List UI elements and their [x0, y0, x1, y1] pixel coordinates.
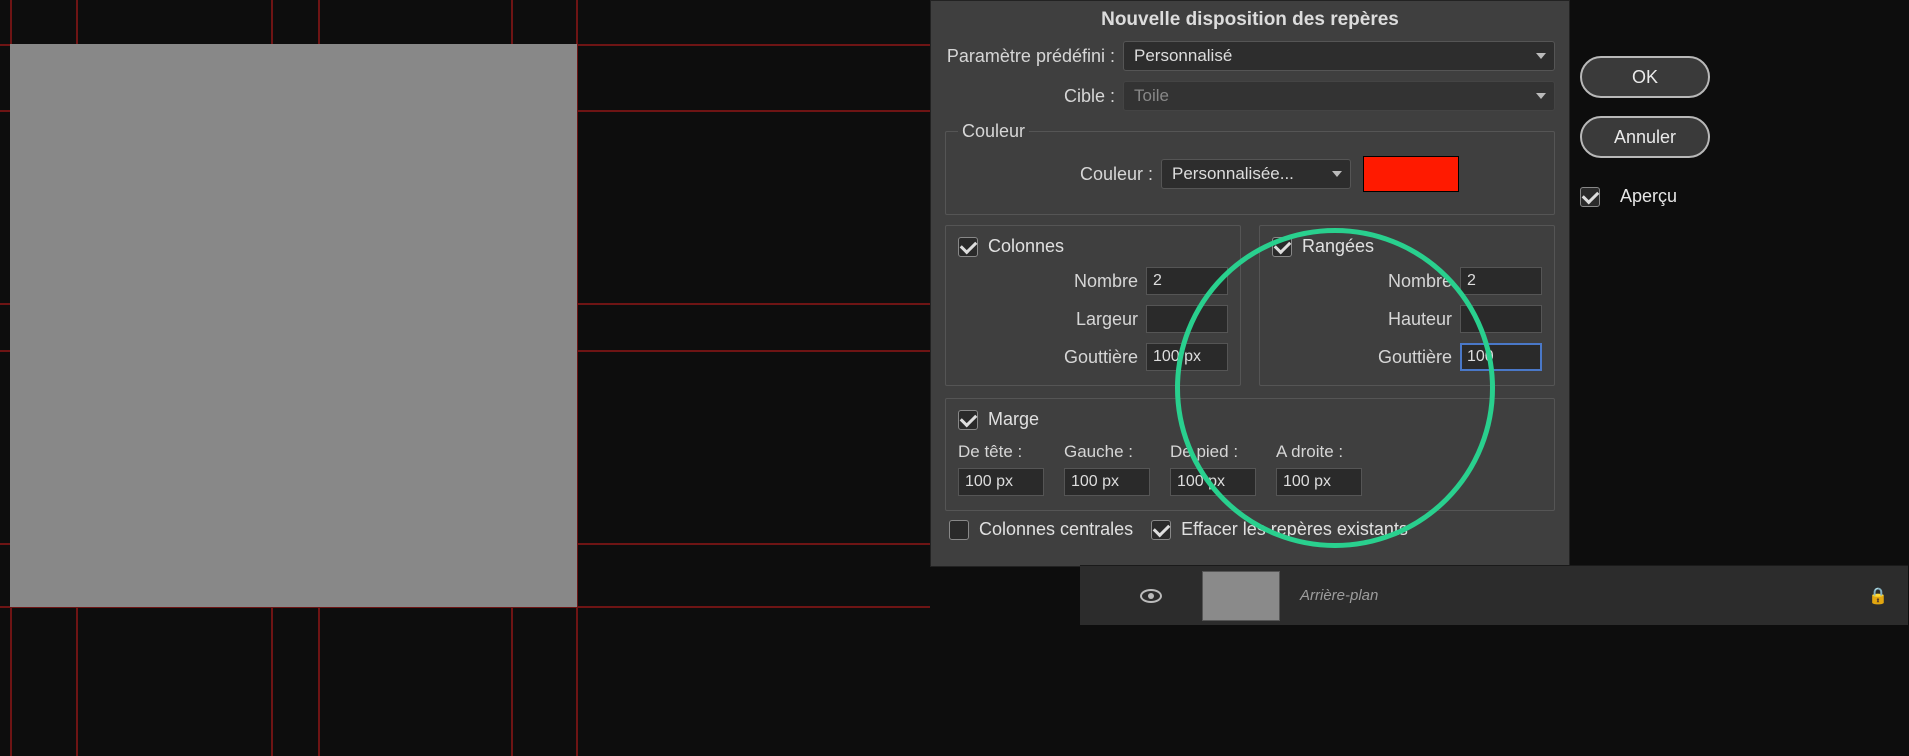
chevron-down-icon [1536, 53, 1546, 59]
margin-right-label: A droite : [1276, 442, 1362, 462]
columns-number-input[interactable]: 2 [1146, 267, 1228, 295]
rows-gutter-label: Gouttière [1272, 347, 1460, 368]
rows-number-input[interactable]: 2 [1460, 267, 1542, 295]
columns-title: Colonnes [988, 236, 1064, 257]
dialog-side-buttons: OK Annuler Aperçu [1580, 56, 1710, 207]
margin-title: Marge [988, 409, 1039, 430]
color-value: Personnalisée... [1172, 160, 1294, 188]
rows-number-label: Nombre [1272, 271, 1460, 292]
color-swatch[interactable] [1363, 156, 1459, 192]
margin-right-input[interactable]: 100 px [1276, 468, 1362, 496]
color-label: Couleur : [1041, 164, 1161, 185]
color-select[interactable]: Personnalisée... [1161, 159, 1351, 189]
rows-title: Rangées [1302, 236, 1374, 257]
margin-top-input[interactable]: 100 px [958, 468, 1044, 496]
target-select: Toile [1123, 81, 1555, 111]
columns-checkbox[interactable] [958, 237, 978, 257]
columns-panel: Colonnes Nombre 2 Largeur Gouttière 100 … [945, 225, 1241, 386]
columns-gutter-input[interactable]: 100 px [1146, 343, 1228, 371]
preview-checkbox[interactable] [1580, 187, 1600, 207]
lock-icon[interactable]: 🔒 [1868, 586, 1888, 606]
chevron-down-icon [1332, 171, 1342, 177]
clear-guides-checkbox[interactable] [1151, 520, 1171, 540]
color-group: Couleur Couleur : Personnalisée... [945, 121, 1555, 215]
preview-label: Aperçu [1620, 186, 1677, 207]
preset-value: Personnalisé [1134, 42, 1232, 70]
rows-height-input[interactable] [1460, 305, 1542, 333]
target-value: Toile [1134, 82, 1169, 110]
margin-left-input[interactable]: 100 px [1064, 468, 1150, 496]
canvas[interactable] [10, 44, 577, 607]
layer-name[interactable]: Arrière-plan [1300, 587, 1378, 604]
layer-thumbnail[interactable] [1202, 571, 1280, 621]
columns-width-label: Largeur [958, 309, 1146, 330]
ok-button[interactable]: OK [1580, 56, 1710, 98]
margin-checkbox[interactable] [958, 410, 978, 430]
cancel-button[interactable]: Annuler [1580, 116, 1710, 158]
rows-checkbox[interactable] [1272, 237, 1292, 257]
margin-top-label: De tête : [958, 442, 1044, 462]
target-label: Cible : [945, 86, 1123, 107]
layers-panel-row: Arrière-plan 🔒 [1080, 565, 1908, 625]
visibility-eye-icon[interactable] [1140, 589, 1162, 603]
rows-panel: Rangées Nombre 2 Hauteur Gouttière 100 [1259, 225, 1555, 386]
center-columns-checkbox[interactable] [949, 520, 969, 540]
margin-left-label: Gauche : [1064, 442, 1150, 462]
chevron-down-icon [1536, 93, 1546, 99]
new-guide-layout-dialog: Nouvelle disposition des repères Paramèt… [930, 0, 1570, 567]
columns-number-label: Nombre [958, 271, 1146, 292]
color-group-legend: Couleur [958, 121, 1029, 142]
preset-select[interactable]: Personnalisé [1123, 41, 1555, 71]
margin-bottom-label: De pied : [1170, 442, 1256, 462]
dialog-title: Nouvelle disposition des repères [931, 1, 1569, 41]
clear-guides-label: Effacer les repères existants [1181, 519, 1408, 540]
preset-label: Paramètre prédéfini : [945, 46, 1123, 67]
margin-panel: Marge De tête : 100 px Gauche : 100 px D… [945, 398, 1555, 511]
rows-height-label: Hauteur [1272, 309, 1460, 330]
rows-gutter-input[interactable]: 100 [1460, 343, 1542, 371]
columns-width-input[interactable] [1146, 305, 1228, 333]
columns-gutter-label: Gouttière [958, 347, 1146, 368]
center-columns-label: Colonnes centrales [979, 519, 1133, 540]
margin-bottom-input[interactable]: 100 px [1170, 468, 1256, 496]
